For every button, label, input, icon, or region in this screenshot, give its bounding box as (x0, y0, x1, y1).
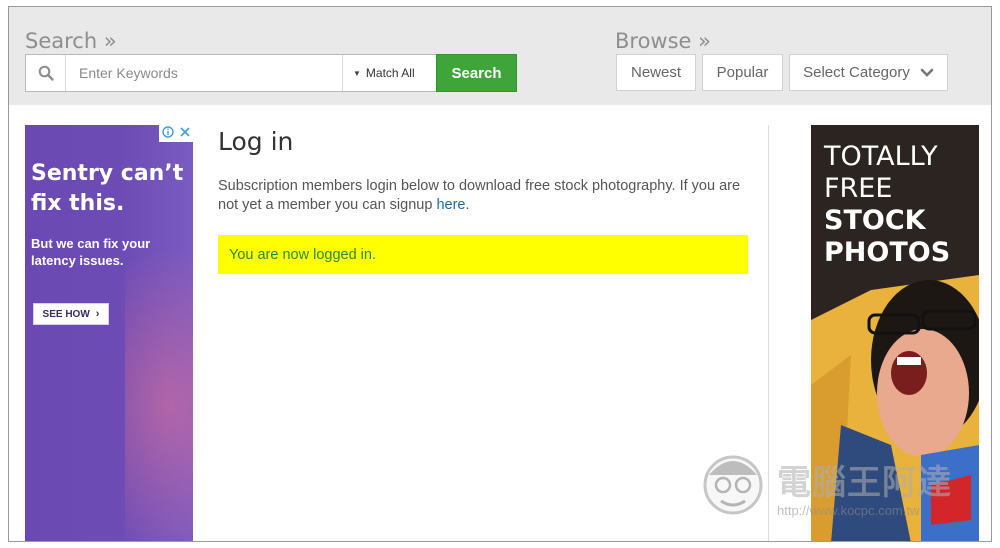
intro-end: . (465, 197, 470, 213)
ad-right-line-3: STOCK (824, 205, 926, 236)
match-all-label: Match All (365, 66, 415, 80)
ad-headline-line-2: fix this. (31, 191, 125, 216)
search-section-title: Search » (25, 29, 117, 53)
ad-badge[interactable] (159, 125, 193, 142)
login-success-notice: You are now logged in. (218, 235, 748, 274)
ad-right-line-1: TOTALLY (824, 141, 938, 172)
intro-text: Subscription members login below to down… (218, 177, 758, 215)
ad-glow-decoration (125, 245, 193, 541)
search-box: ▼ Match All (25, 54, 437, 92)
signup-link[interactable]: here (436, 197, 465, 213)
close-icon[interactable] (179, 125, 191, 143)
caret-down-icon: ▼ (353, 68, 361, 78)
ad-subtext: But we can fix your latency issues. (31, 236, 151, 268)
search-icon[interactable] (26, 55, 66, 91)
keywords-input[interactable] (66, 55, 342, 91)
select-category-label: Select Category (803, 64, 910, 81)
ad-cta-label: SEE HOW (42, 308, 90, 320)
browse-section-title: Browse » (615, 29, 711, 53)
adchoices-icon[interactable] (161, 125, 174, 143)
page-title: Log in (218, 127, 294, 156)
ad-see-how-button[interactable]: SEE HOW › (33, 303, 109, 325)
left-ad-banner[interactable]: Sentry can’t fix this. But we can fix yo… (25, 125, 193, 541)
ad-right-line-2: FREE (824, 173, 893, 204)
chevron-right-icon: › (95, 308, 100, 320)
top-bar: Search » ▼ Match All Search Browse » New… (9, 7, 991, 105)
page-frame: Search » ▼ Match All Search Browse » New… (8, 6, 992, 542)
browse-newest-button[interactable]: Newest (616, 54, 696, 91)
intro-body: Subscription members login below to down… (218, 178, 741, 213)
ad-right-headline: TOTALLY FREE STOCK PHOTOS (824, 141, 950, 269)
select-category-dropdown[interactable]: Select Category (789, 54, 948, 91)
watermark: 電腦王阿達 http://www.kocpc.com.tw (699, 449, 959, 529)
chevron-down-icon (920, 68, 934, 78)
ad-headline-line-1: Sentry can’t (31, 161, 184, 186)
ad-right-line-4: PHOTOS (824, 237, 951, 268)
ad-headline: Sentry can’t fix this. (31, 159, 191, 219)
browse-popular-button[interactable]: Popular (702, 54, 783, 91)
watermark-mascot-icon (703, 455, 763, 515)
search-button[interactable]: Search (436, 54, 517, 92)
watermark-url: http://www.kocpc.com.tw (777, 503, 920, 518)
watermark-text: 電腦王阿達 (777, 463, 952, 503)
match-all-dropdown[interactable]: ▼ Match All (342, 55, 436, 91)
